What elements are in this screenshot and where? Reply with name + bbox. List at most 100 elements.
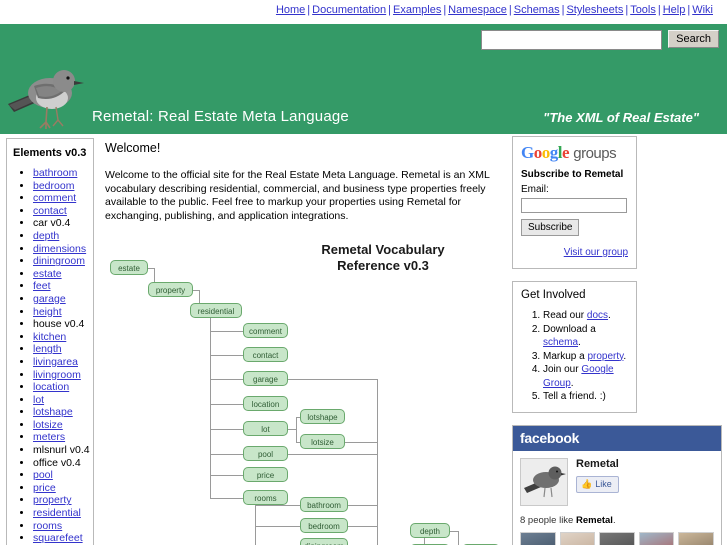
list-item[interactable]: height <box>33 306 91 319</box>
list-item[interactable]: meters <box>33 431 91 444</box>
list-item[interactable]: location <box>33 381 91 394</box>
list-item[interactable]: bedroom <box>33 180 91 193</box>
get-involved-link-schema[interactable]: schema <box>543 337 578 348</box>
diagram-node-pool[interactable]: pool <box>243 446 288 462</box>
sidebar-item-livingarea[interactable]: livingarea <box>33 356 78 368</box>
list-item[interactable]: garage <box>33 293 91 306</box>
nav-link-stylesheets[interactable]: Stylesheets <box>566 4 623 16</box>
list-item[interactable]: lot <box>33 394 91 407</box>
list-item[interactable]: bathroom <box>33 167 91 180</box>
get-involved-link-google-group[interactable]: Google Group <box>543 364 614 389</box>
list-item[interactable]: depth <box>33 230 91 243</box>
sidebar-item-estate[interactable]: estate <box>33 268 62 280</box>
sidebar-item-height[interactable]: height <box>33 306 62 318</box>
nav-link-examples[interactable]: Examples <box>393 4 441 16</box>
sidebar-item-depth[interactable]: depth <box>33 230 59 242</box>
diagram-node-bathroom[interactable]: bathroom <box>300 497 348 513</box>
nav-link-schemas[interactable]: Schemas <box>514 4 560 16</box>
diagram-node-diningroom[interactable]: diningroom <box>300 538 348 545</box>
list-item[interactable]: pool <box>33 469 91 482</box>
sidebar-item-dimensions[interactable]: dimensions <box>33 243 86 255</box>
list-item[interactable]: property <box>33 494 91 507</box>
list-item[interactable]: squarefeet <box>33 532 91 545</box>
list-item[interactable]: livingarea <box>33 356 91 369</box>
nav-link-home[interactable]: Home <box>276 4 305 16</box>
diagram-node-garage[interactable]: garage <box>243 371 288 387</box>
sidebar-item-comment[interactable]: comment <box>33 192 76 204</box>
diagram-node-estate[interactable]: estate <box>110 260 148 276</box>
visit-group-link[interactable]: Visit our group <box>564 247 628 258</box>
diagram-node-lotsize[interactable]: lotsize <box>300 434 345 450</box>
diagram-node-bedroom[interactable]: bedroom <box>300 518 348 534</box>
sidebar-item-lotshape[interactable]: lotshape <box>33 406 73 418</box>
diagram-node-contact[interactable]: contact <box>243 347 288 363</box>
list-item[interactable]: price <box>33 482 91 495</box>
diagram-node-depth[interactable]: depth <box>410 523 450 539</box>
nav-link-namespace[interactable]: Namespace <box>448 4 507 16</box>
list-item[interactable]: rooms <box>33 520 91 533</box>
search-input[interactable] <box>481 30 663 50</box>
sidebar-item-price[interactable]: price <box>33 482 56 494</box>
sidebar-item-squarefeet[interactable]: squarefeet <box>33 532 83 544</box>
email-field[interactable] <box>521 198 627 213</box>
sidebar-item-lot[interactable]: lot <box>33 394 44 406</box>
sidebar-item-bathroom[interactable]: bathroom <box>33 167 77 179</box>
facebook-friend-thumbnail[interactable] <box>599 531 635 545</box>
facebook-friend-thumbnail[interactable] <box>520 531 556 545</box>
list-item[interactable]: lotsize <box>33 419 91 432</box>
list-item[interactable]: lotshape <box>33 406 91 419</box>
facebook-body: Remetal 👍 Like 8 people like Remetal. <box>513 451 721 545</box>
list-item[interactable]: feet <box>33 280 91 293</box>
diagram-node-comment[interactable]: comment <box>243 323 288 339</box>
diagram-node-lot[interactable]: lot <box>243 421 288 437</box>
list-item[interactable]: livingroom <box>33 369 91 382</box>
facebook-like-button[interactable]: 👍 Like <box>576 475 619 493</box>
sidebar-item-feet[interactable]: feet <box>33 280 51 292</box>
diagram-node-rooms[interactable]: rooms <box>243 490 288 506</box>
nav-link-tools[interactable]: Tools <box>630 4 656 16</box>
diagram-node-residential[interactable]: residential <box>190 303 242 319</box>
google-groups-logo: Google groups <box>521 143 628 164</box>
sidebar-item-contact[interactable]: contact <box>33 205 67 217</box>
sidebar-item-livingroom[interactable]: livingroom <box>33 369 81 381</box>
sidebar-item-rooms[interactable]: rooms <box>33 520 62 532</box>
sidebar-item-meters[interactable]: meters <box>33 431 65 443</box>
list-item[interactable]: dimensions <box>33 243 91 256</box>
sidebar-item-bedroom[interactable]: bedroom <box>33 180 74 192</box>
sidebar-item-garage[interactable]: garage <box>33 293 66 305</box>
list-item[interactable]: diningroom <box>33 255 91 268</box>
list-item[interactable]: kitchen <box>33 331 91 344</box>
facebook-friend-thumbnail[interactable] <box>638 531 675 545</box>
list-item[interactable]: length <box>33 343 91 356</box>
sidebar-item-property[interactable]: property <box>33 494 72 506</box>
diagram-edge <box>296 416 297 443</box>
get-involved-link-property[interactable]: property <box>587 351 623 362</box>
list-item[interactable]: comment <box>33 192 91 205</box>
list-item[interactable]: contact <box>33 205 91 218</box>
list-item[interactable]: estate <box>33 268 91 281</box>
list-item[interactable]: residential <box>33 507 91 520</box>
sidebar-item-location[interactable]: location <box>33 381 69 393</box>
sidebar-item-lotsize[interactable]: lotsize <box>33 419 63 431</box>
nav-link-wiki[interactable]: Wiki <box>692 4 713 16</box>
diagram-node-price[interactable]: price <box>243 467 288 483</box>
google-groups-widget: Google groups Subscribe to Remetal Email… <box>512 136 637 269</box>
search-button[interactable]: Search <box>668 30 719 48</box>
nav-link-documentation[interactable]: Documentation <box>312 4 386 16</box>
list-item: car v0.4 <box>33 217 91 230</box>
subscribe-button[interactable]: Subscribe <box>521 219 580 236</box>
facebook-friend-thumbnail[interactable] <box>678 531 714 545</box>
get-involved-link-docs[interactable]: docs <box>587 310 608 321</box>
diagram-node-property[interactable]: property <box>148 282 193 298</box>
vocabulary-diagram: Remetal Vocabulary Reference v0.3 estate… <box>100 235 508 545</box>
diagram-node-location[interactable]: location <box>243 396 288 412</box>
sidebar-item-kitchen[interactable]: kitchen <box>33 331 66 343</box>
sidebar-item-residential[interactable]: residential <box>33 507 81 519</box>
nav-link-help[interactable]: Help <box>663 4 686 16</box>
facebook-friend-thumbnail[interactable] <box>559 531 596 545</box>
sidebar-item-diningroom[interactable]: diningroom <box>33 255 85 267</box>
sidebar-item-length[interactable]: length <box>33 343 62 355</box>
diagram-node-lotshape[interactable]: lotshape <box>300 409 345 425</box>
get-involved-title: Get Involved <box>521 289 586 301</box>
sidebar-item-pool[interactable]: pool <box>33 469 53 481</box>
